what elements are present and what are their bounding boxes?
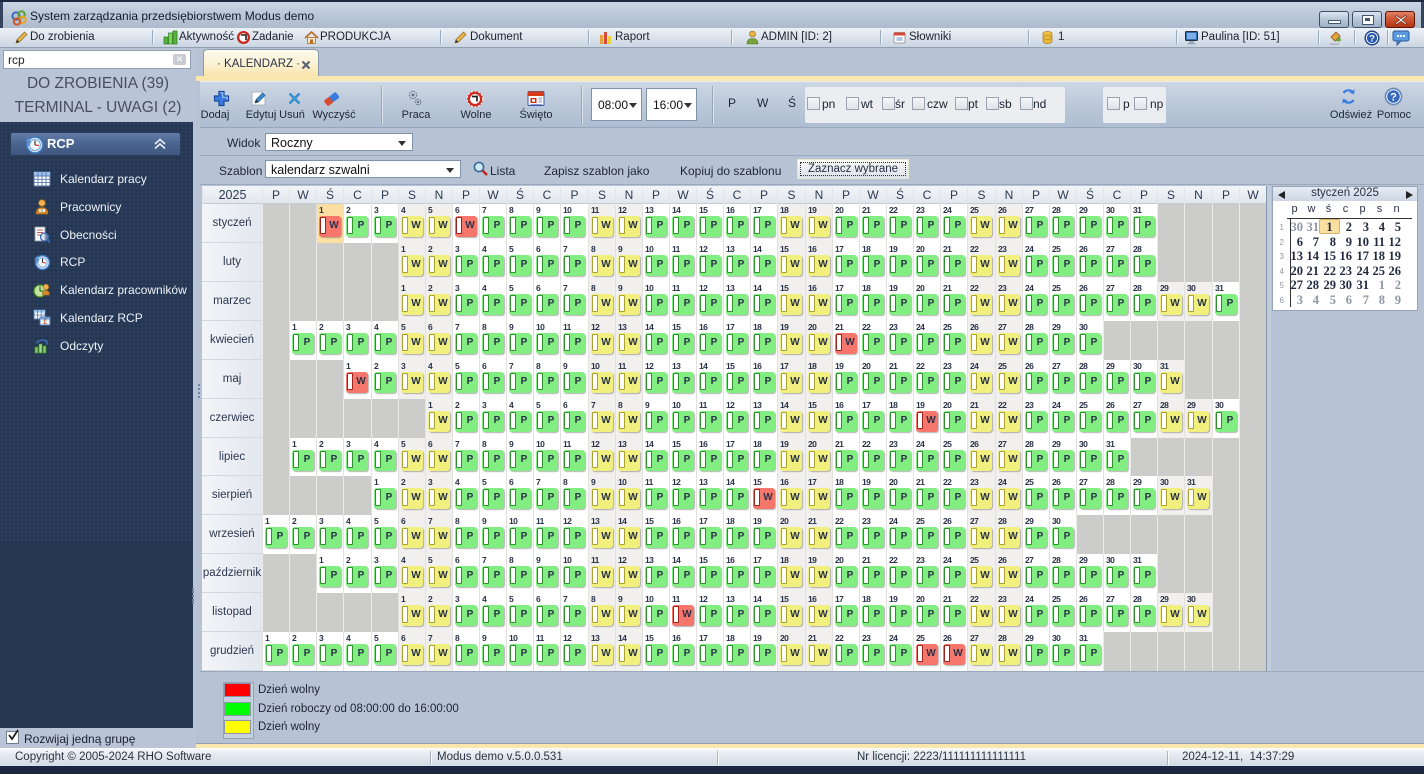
svg-text:Σ: Σ	[43, 320, 47, 326]
svg-text:?: ?	[1390, 92, 1397, 104]
svg-text:tx: tx	[41, 209, 44, 213]
svg-text:?: ?	[1369, 34, 1375, 45]
